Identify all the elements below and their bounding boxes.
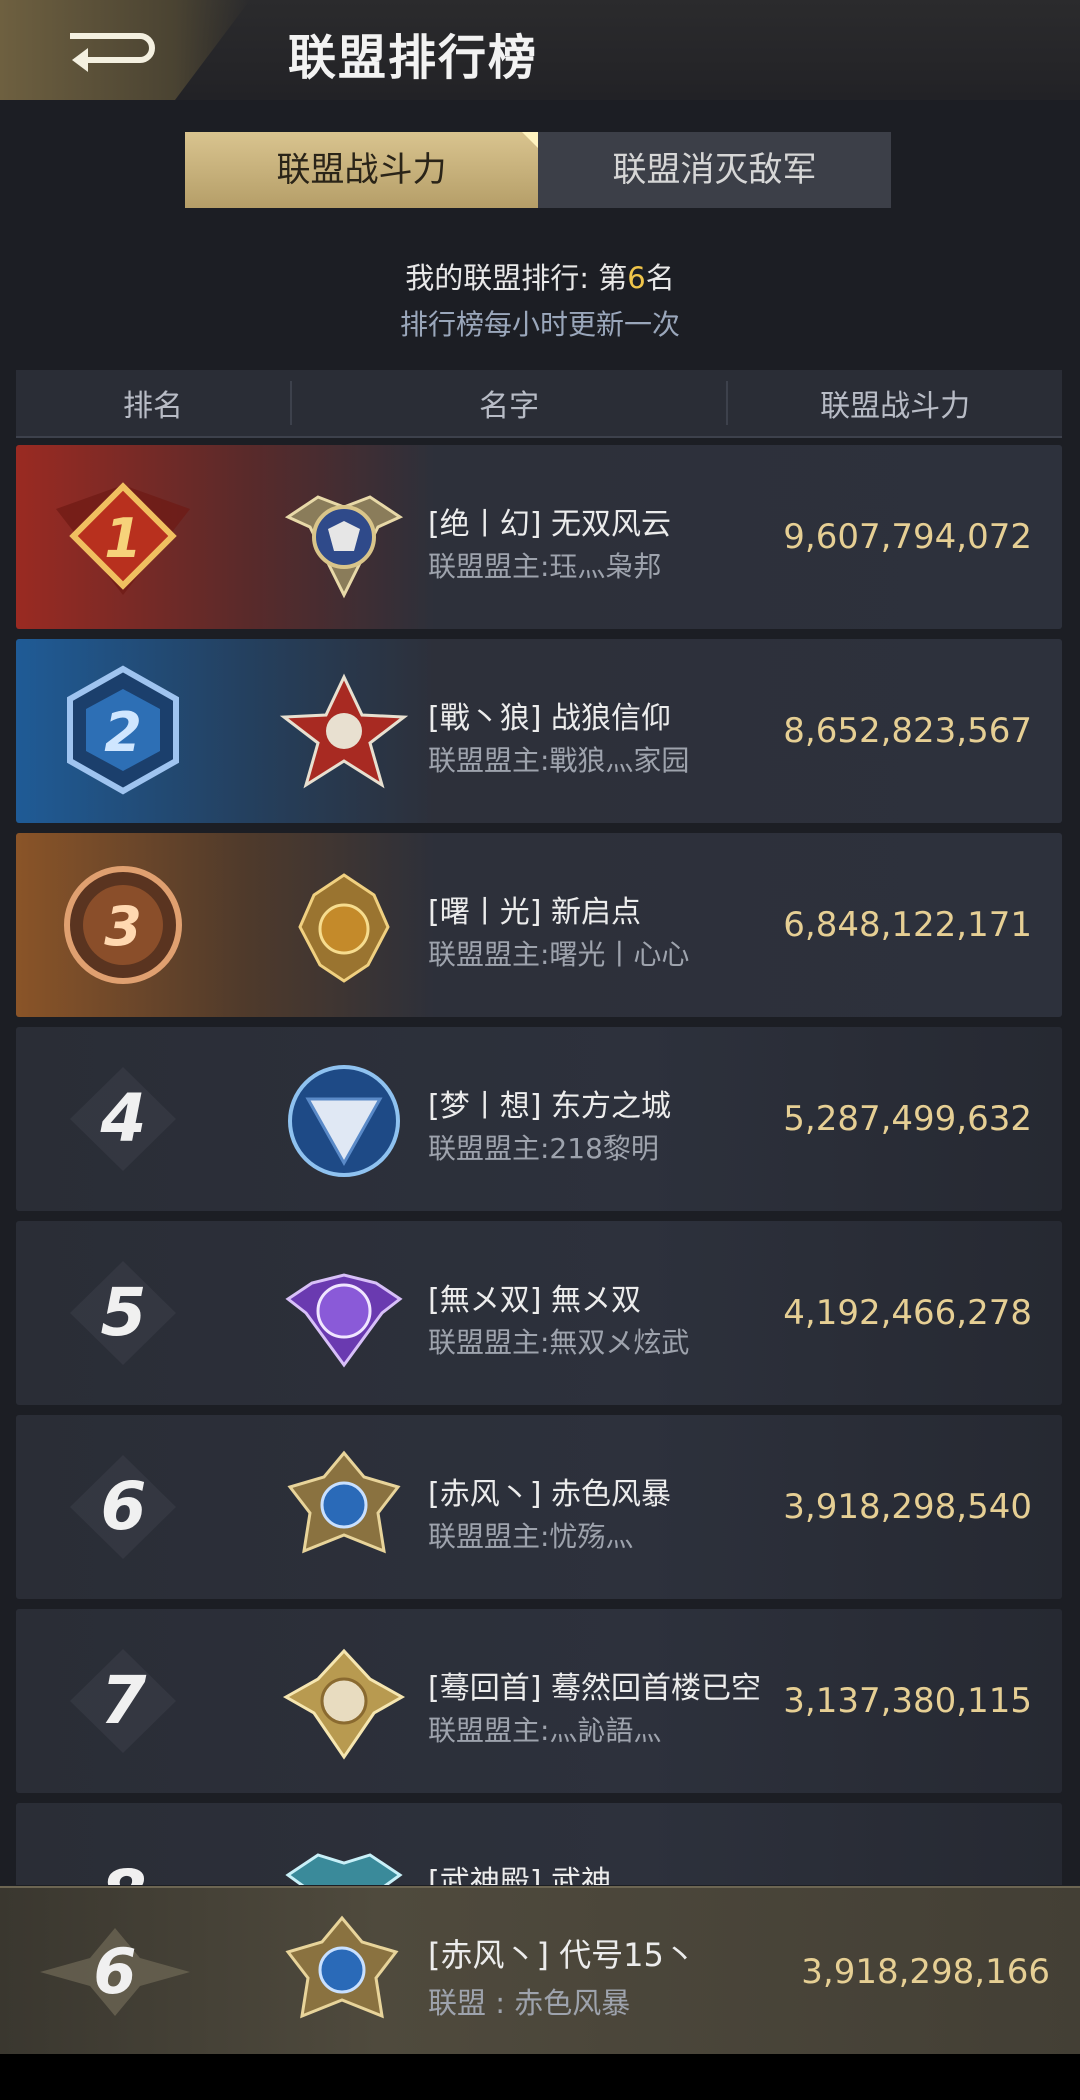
my-alliance-rank: 我的联盟排行: 第6名 xyxy=(0,255,1080,297)
alliance-name: [蓦回首] 蓦然回首楼已空 xyxy=(428,1671,761,1706)
alliance-name: [無メ双] 無メ双 xyxy=(428,1283,641,1318)
rank-cell: 6 xyxy=(0,1888,215,2072)
page-title: 联盟排行榜 xyxy=(288,30,539,86)
table-row[interactable]: 7 [蓦回首] 蓦然回首楼已空 联盟盟主:灬訫語灬 3,137,380,115 xyxy=(16,1609,1062,1793)
table-row[interactable]: 4 [梦丨想] 东方之城 联盟盟主:218黎明 5,287,499,632 xyxy=(16,1027,1062,1211)
column-name: 名字 xyxy=(292,381,729,425)
table-header: 排名 名字 联盟战斗力 xyxy=(16,370,1062,438)
table-row[interactable]: 1 [绝丨幻] 无双风云 联盟盟主:珏灬枭邦 9,607,794,072 xyxy=(16,445,1062,629)
rank-number: 8 xyxy=(16,1803,231,1885)
alliance-leader: 联盟盟主:忧殇灬 xyxy=(428,1520,634,1553)
header-bar: 联盟排行榜 xyxy=(0,0,1080,100)
my-alliance-row[interactable]: 6 [赤风丶] 代号15丶 联盟 : 赤色风暴 3,918,298,166 xyxy=(0,1886,1080,2056)
alliance-power: 5,287,499,632 xyxy=(783,1099,1032,1139)
back-button[interactable] xyxy=(0,0,250,100)
rank-cell: 7 xyxy=(16,1609,231,1793)
tab-bar: 联盟战斗力 联盟消灭敌军 xyxy=(185,132,892,208)
table-row[interactable]: 6 [赤风丶] 赤色风暴 联盟盟主:忧殇灬 3,918,298,540 xyxy=(16,1415,1062,1599)
rank-2-badge-icon: 2 xyxy=(67,665,179,795)
alliance-emblem-icon xyxy=(284,495,404,599)
alliance-emblem-icon xyxy=(282,1648,406,1760)
tab-alliance-power[interactable]: 联盟战斗力 xyxy=(185,132,538,208)
my-rank-number: 6 xyxy=(93,1935,137,2008)
rank-3-badge-icon: 3 xyxy=(64,866,182,984)
alliance-emblem-icon xyxy=(279,673,409,789)
rank-badge-silver: 2 xyxy=(16,639,231,823)
alliance-leader: 联盟盟主:珏灬枭邦 xyxy=(428,550,662,583)
table-row[interactable]: 5 [無メ双] 無メ双 联盟盟主:無双メ炫武 4,192,466,278 xyxy=(16,1221,1062,1405)
rank-number: 3 xyxy=(104,895,142,958)
navigation-bar xyxy=(0,2054,1080,2100)
back-arrow-icon xyxy=(70,33,155,72)
rank-number: 4 xyxy=(100,1080,147,1157)
rank-number: 2 xyxy=(104,701,142,764)
alliance-name: [武神殿] 武神 xyxy=(428,1865,611,1885)
tab-alliance-kills[interactable]: 联盟消灭敌军 xyxy=(538,132,891,208)
alliance-leader: 联盟盟主:曙光丨心心 xyxy=(428,938,690,971)
alliance-leader: 联盟盟主:無双メ炫武 xyxy=(428,1326,690,1359)
alliance-name: [绝丨幻] 无双风云 xyxy=(428,507,671,542)
rank-cell: 6 xyxy=(16,1415,231,1599)
table-row[interactable]: 8 [武神殿] 武神 xyxy=(16,1803,1062,1885)
rank-badge-bronze: 3 xyxy=(16,833,231,1017)
alliance-emblem-icon xyxy=(298,873,390,983)
my-rank-prefix: 我的联盟排行: 第 xyxy=(405,261,628,295)
alliance-emblem-icon xyxy=(285,1915,399,2019)
rank-number: 1 xyxy=(104,507,142,570)
alliance-name: [赤风丶] 赤色风暴 xyxy=(428,1477,671,1512)
my-alliance-name: 联盟 : 赤色风暴 xyxy=(428,1986,631,2020)
rank-1-badge-icon: 1 xyxy=(56,482,190,595)
alliance-leader: 联盟盟主:218黎明 xyxy=(428,1132,659,1165)
my-rank-suffix: 名 xyxy=(645,261,675,295)
alliance-power: 3,918,298,540 xyxy=(783,1487,1032,1527)
alliance-power: 4,192,466,278 xyxy=(783,1293,1032,1333)
alliance-name: [梦丨想] 东方之城 xyxy=(428,1089,671,1124)
my-rank-value: 6 xyxy=(627,261,646,295)
alliance-leader: 联盟盟主:戰狼灬家园 xyxy=(428,744,690,777)
alliance-power: 3,137,380,115 xyxy=(783,1681,1032,1721)
table-row[interactable]: 2 [戰丶狼] 战狼信仰 联盟盟主:戰狼灬家园 8,652,823,567 xyxy=(16,639,1062,823)
alliance-leader: 联盟盟主:灬訫語灬 xyxy=(428,1714,662,1747)
ranking-list[interactable]: 1 [绝丨幻] 无双风云 联盟盟主:珏灬枭邦 9,607,794,072 2 [… xyxy=(16,445,1062,1885)
rank-cell: 4 xyxy=(16,1027,231,1211)
alliance-power: 8,652,823,567 xyxy=(783,711,1032,751)
rank-number: 7 xyxy=(100,1662,147,1739)
rank-cell: 8 xyxy=(16,1803,231,1885)
alliance-name: [戰丶狼] 战狼信仰 xyxy=(428,701,671,736)
alliance-power: 9,607,794,072 xyxy=(783,517,1032,557)
alliance-emblem-icon xyxy=(285,1273,403,1368)
rank-number: 5 xyxy=(100,1274,147,1351)
update-note: 排行榜每小时更新一次 xyxy=(399,308,680,341)
table-row[interactable]: 3 [曙丨光] 新启点 联盟盟主:曙光丨心心 6,848,122,171 xyxy=(16,833,1062,1017)
column-power: 联盟战斗力 xyxy=(820,389,971,424)
rank-number: 6 xyxy=(100,1468,147,1545)
my-player-name: [赤风丶] 代号15丶 xyxy=(428,1936,696,1974)
column-rank: 排名 xyxy=(16,381,292,425)
my-power: 3,918,298,166 xyxy=(801,1952,1050,1992)
alliance-emblem-icon xyxy=(288,1065,400,1177)
alliance-name: [曙丨光] 新启点 xyxy=(428,895,641,930)
alliance-emblem-icon xyxy=(285,1853,403,1885)
alliance-power: 6,848,122,171 xyxy=(783,905,1032,945)
rank-badge-gold: 1 xyxy=(16,445,231,629)
alliance-emblem-icon xyxy=(287,1450,401,1554)
rank-cell: 5 xyxy=(16,1221,231,1405)
